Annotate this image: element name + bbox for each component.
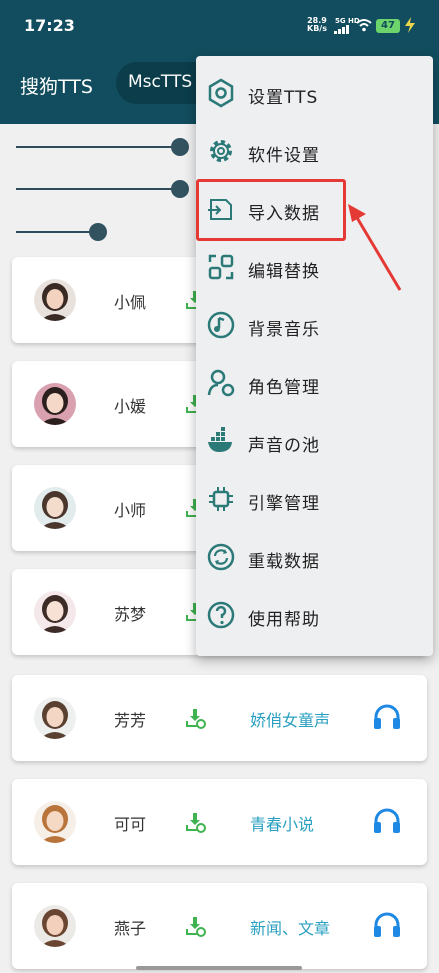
wifi-icon <box>356 19 372 32</box>
headphones-icon[interactable] <box>372 910 402 940</box>
voice-name: 可可 <box>114 815 147 834</box>
headphones-icon[interactable] <box>372 806 402 836</box>
docker-whale-icon <box>208 427 232 452</box>
menu-item[interactable]: 设置TTS <box>196 66 433 124</box>
app-title: 搜狗TTS <box>20 76 93 98</box>
menu-item-label: 引擎管理 <box>248 494 320 514</box>
headphones-icon[interactable] <box>372 702 402 732</box>
menu-item[interactable]: 使用帮助 <box>196 588 433 646</box>
voice-card[interactable]: 芳芳 娇俏女童声 <box>12 675 427 761</box>
status-time: 17:23 <box>24 16 75 35</box>
voice-name: 苏梦 <box>114 605 147 624</box>
annotation-arrow-icon <box>348 204 402 291</box>
gear-icon <box>210 140 232 162</box>
battery-indicator: 47 <box>376 19 400 33</box>
menu-item-label: 背景音乐 <box>248 320 320 340</box>
menu-item[interactable]: 引擎管理 <box>196 472 433 530</box>
tab-msctts-label: MscTTS <box>128 72 193 92</box>
menu-item-label: 声音の池 <box>248 436 320 456</box>
voice-card[interactable]: 燕子 新闻、文章 <box>12 883 427 969</box>
voice-tag: 娇俏女童声 <box>250 711 331 730</box>
voice-tag: 青春小说 <box>250 815 315 834</box>
menu-item-label: 软件设置 <box>248 146 320 166</box>
chip-icon <box>209 487 233 511</box>
download-icon[interactable] <box>184 811 206 833</box>
voice-card[interactable]: 可可 青春小说 <box>12 779 427 865</box>
music-disc-icon <box>207 311 235 339</box>
hexagon-settings-icon <box>208 78 234 108</box>
avatar <box>34 279 76 321</box>
menu-item-label: 使用帮助 <box>248 610 320 630</box>
voice-name: 小师 <box>114 501 147 520</box>
voice-name: 小佩 <box>114 293 147 312</box>
slider-knob-2[interactable] <box>171 180 189 198</box>
menu-item-label: 角色管理 <box>248 378 320 398</box>
menu-item[interactable]: 角色管理 <box>196 356 433 414</box>
download-icon[interactable] <box>184 707 206 729</box>
avatar <box>34 383 76 425</box>
voice-name: 燕子 <box>114 919 147 938</box>
avatar <box>34 905 76 947</box>
download-icon[interactable] <box>184 915 206 937</box>
signal-bars-icon <box>334 25 349 34</box>
menu-item-label: 编辑替换 <box>248 262 320 282</box>
menu-item[interactable]: 软件设置 <box>196 124 433 182</box>
help-icon <box>207 601 235 629</box>
home-indicator[interactable] <box>136 966 302 970</box>
highlight-box <box>196 179 346 241</box>
reload-icon <box>207 543 235 571</box>
slider-track-3[interactable] <box>16 231 98 233</box>
overflow-menu: 设置TTS 软件设置 导入数据 编辑替换 背景音乐 角色管理 声音の池 引擎管理… <box>196 56 433 656</box>
voice-name: 小媛 <box>114 397 147 416</box>
slider-track-1[interactable] <box>16 146 182 148</box>
slider-knob-1[interactable] <box>171 138 189 156</box>
slider-knob-3[interactable] <box>89 223 107 241</box>
voice-name: 芳芳 <box>114 711 147 730</box>
avatar <box>34 591 76 633</box>
avatar <box>34 487 76 529</box>
menu-item-label: 重载数据 <box>248 552 320 572</box>
voice-tag: 新闻、文章 <box>250 919 331 938</box>
menu-item[interactable]: 背景音乐 <box>196 298 433 356</box>
avatar <box>34 801 76 843</box>
user-settings-icon <box>207 369 235 397</box>
menu-item-label: 设置TTS <box>248 88 319 108</box>
net-speed: 28.9 KB/s <box>307 17 327 33</box>
slider-track-2[interactable] <box>16 188 182 190</box>
menu-item[interactable]: 声音の池 <box>196 414 433 472</box>
charging-bolt-icon <box>405 17 415 33</box>
net-speed-unit: KB/s <box>307 24 327 33</box>
avatar <box>34 697 76 739</box>
replace-icon <box>208 254 234 280</box>
status-bar: 17:23 28.9 KB/s 5G HD 47 <box>0 0 439 52</box>
menu-item[interactable]: 重载数据 <box>196 530 433 588</box>
